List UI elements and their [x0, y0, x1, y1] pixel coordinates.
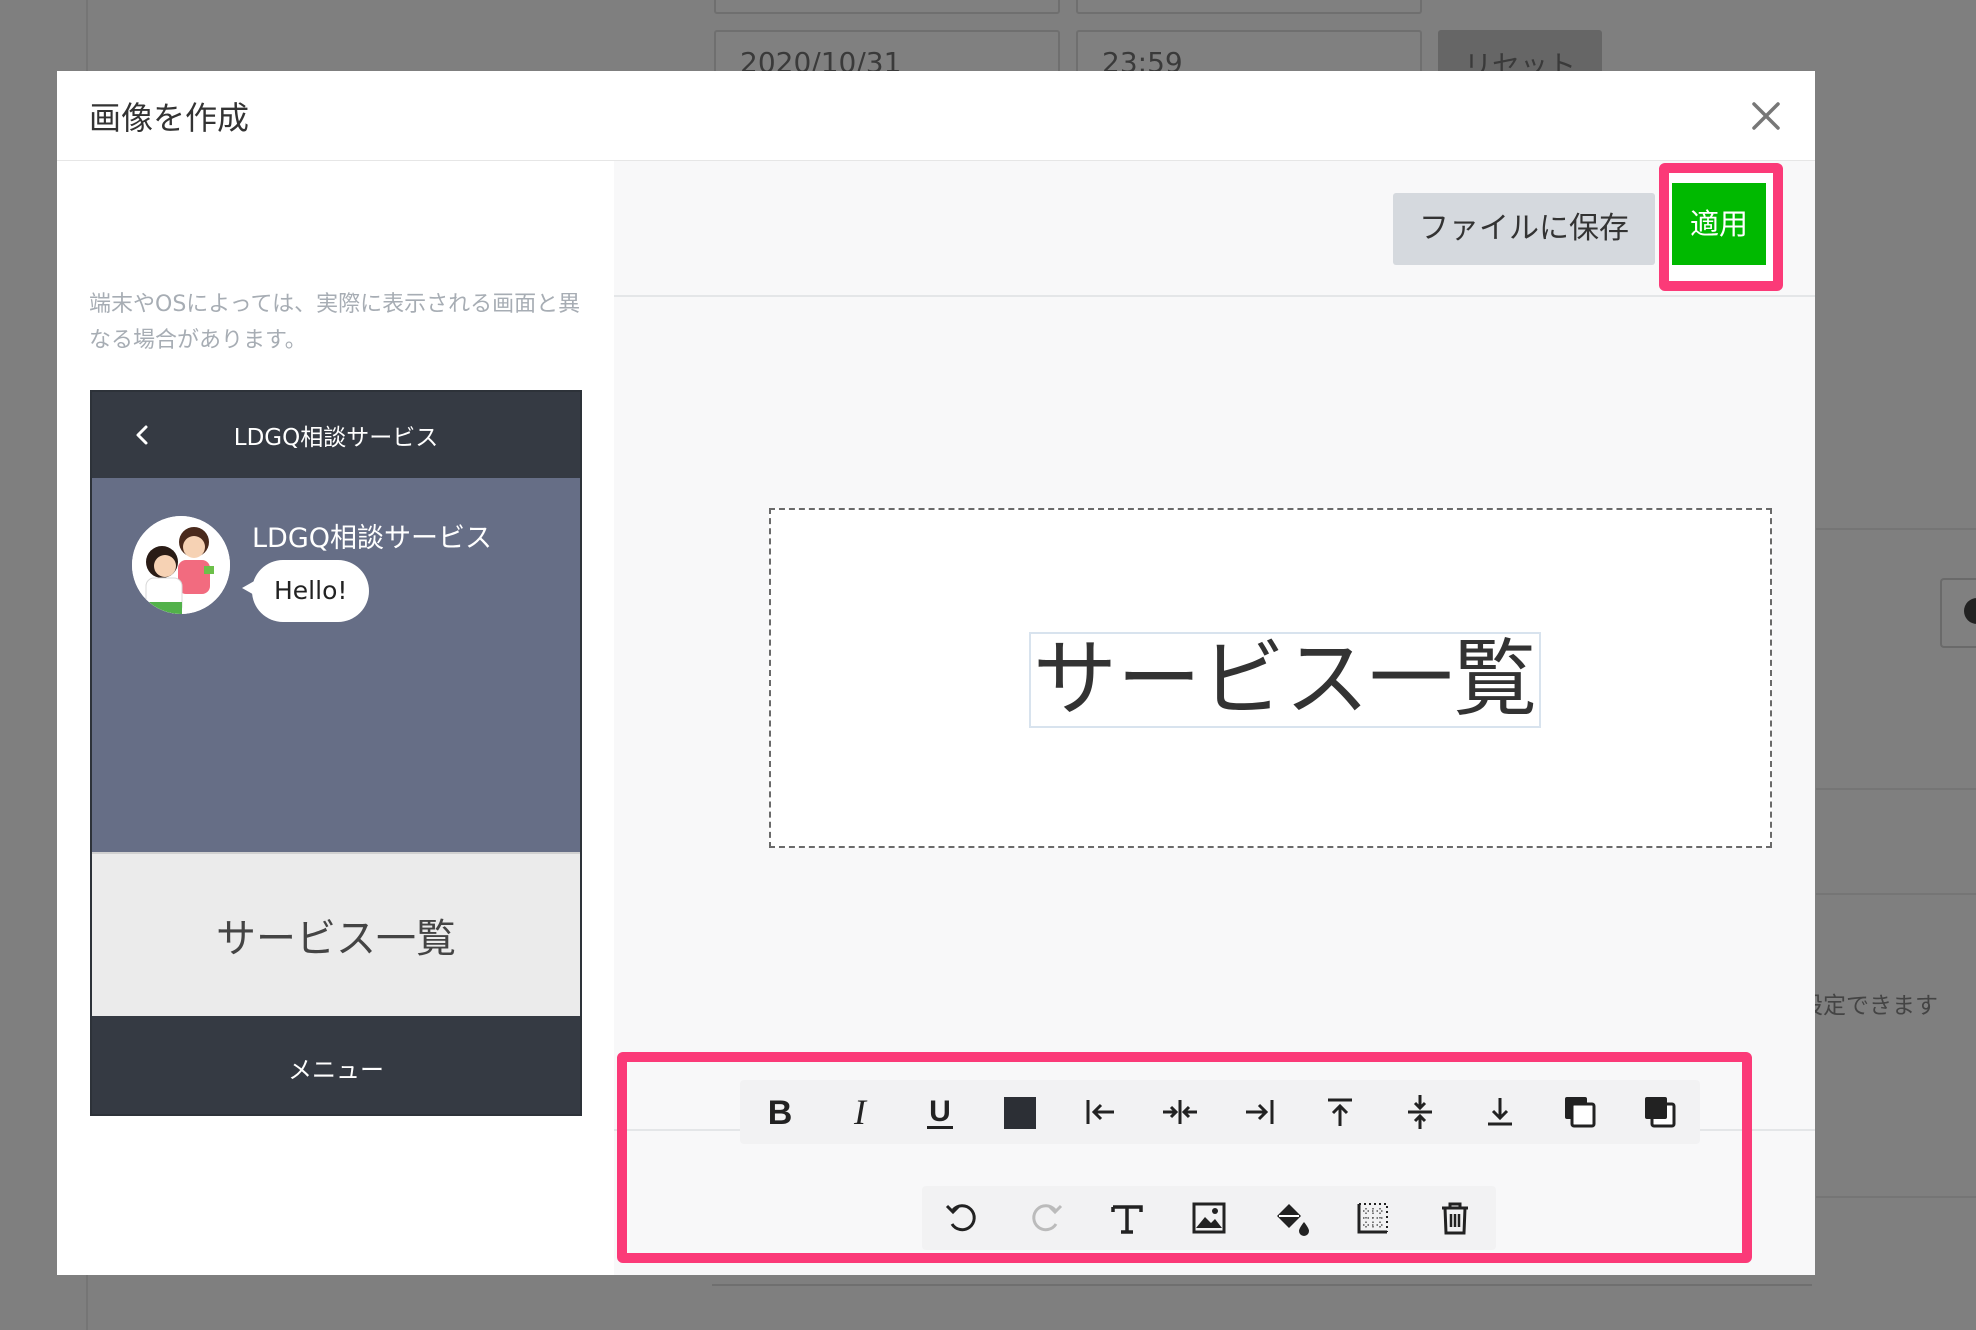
phone-header: LDGQ相談サービス — [92, 392, 580, 478]
close-button[interactable] — [1739, 89, 1793, 143]
background-helper-text: 設定できます — [1800, 993, 1938, 1019]
rich-menu-preview: サービス一覧 — [92, 852, 580, 1016]
background-start-date-field — [714, 0, 1060, 14]
phone-preview: LDGQ相談サービス LDGQ相談サービス Hello! サービス一覧 メニュー — [90, 390, 582, 1116]
chat-sender-name: LDGQ相談サービス — [252, 523, 493, 554]
image-canvas[interactable]: サービス一覧 — [769, 508, 1772, 848]
chat-message-bubble: Hello! — [252, 560, 370, 622]
menu-label: メニュー — [288, 1056, 384, 1084]
apply-button[interactable]: 適用 — [1672, 183, 1766, 265]
background-divider — [1816, 893, 1976, 895]
close-icon — [1752, 102, 1780, 130]
phone-menu-bar: メニュー — [92, 1016, 580, 1114]
background-divider — [1816, 528, 1976, 530]
phone-header-title: LDGQ相談サービス — [233, 425, 439, 451]
modal-title: 画像を作成 — [89, 99, 250, 137]
background-divider — [712, 1284, 1812, 1286]
save-to-file-button[interactable]: ファイルに保存 — [1393, 193, 1655, 265]
apply-highlight: 適用 — [1659, 163, 1783, 291]
toolbar-highlight — [617, 1052, 1752, 1263]
canvas-text-object[interactable]: サービス一覧 — [1029, 632, 1542, 728]
modal-header: 画像を作成 — [57, 71, 1815, 161]
background-divider — [1816, 1196, 1976, 1198]
rich-menu-text: サービス一覧 — [216, 916, 456, 962]
editor-top-bar: ファイルに保存 適用 — [614, 161, 1815, 297]
preview-note: 端末やOSによっては、実際に表示される画面と異なる場合があります。 — [89, 292, 581, 353]
preview-panel: 端末やOSによっては、実際に表示される画面と異なる場合があります。 LDGQ相談… — [57, 161, 614, 1275]
account-avatar — [132, 516, 230, 614]
background-divider — [1816, 788, 1976, 790]
background-start-time-field — [1076, 0, 1422, 14]
